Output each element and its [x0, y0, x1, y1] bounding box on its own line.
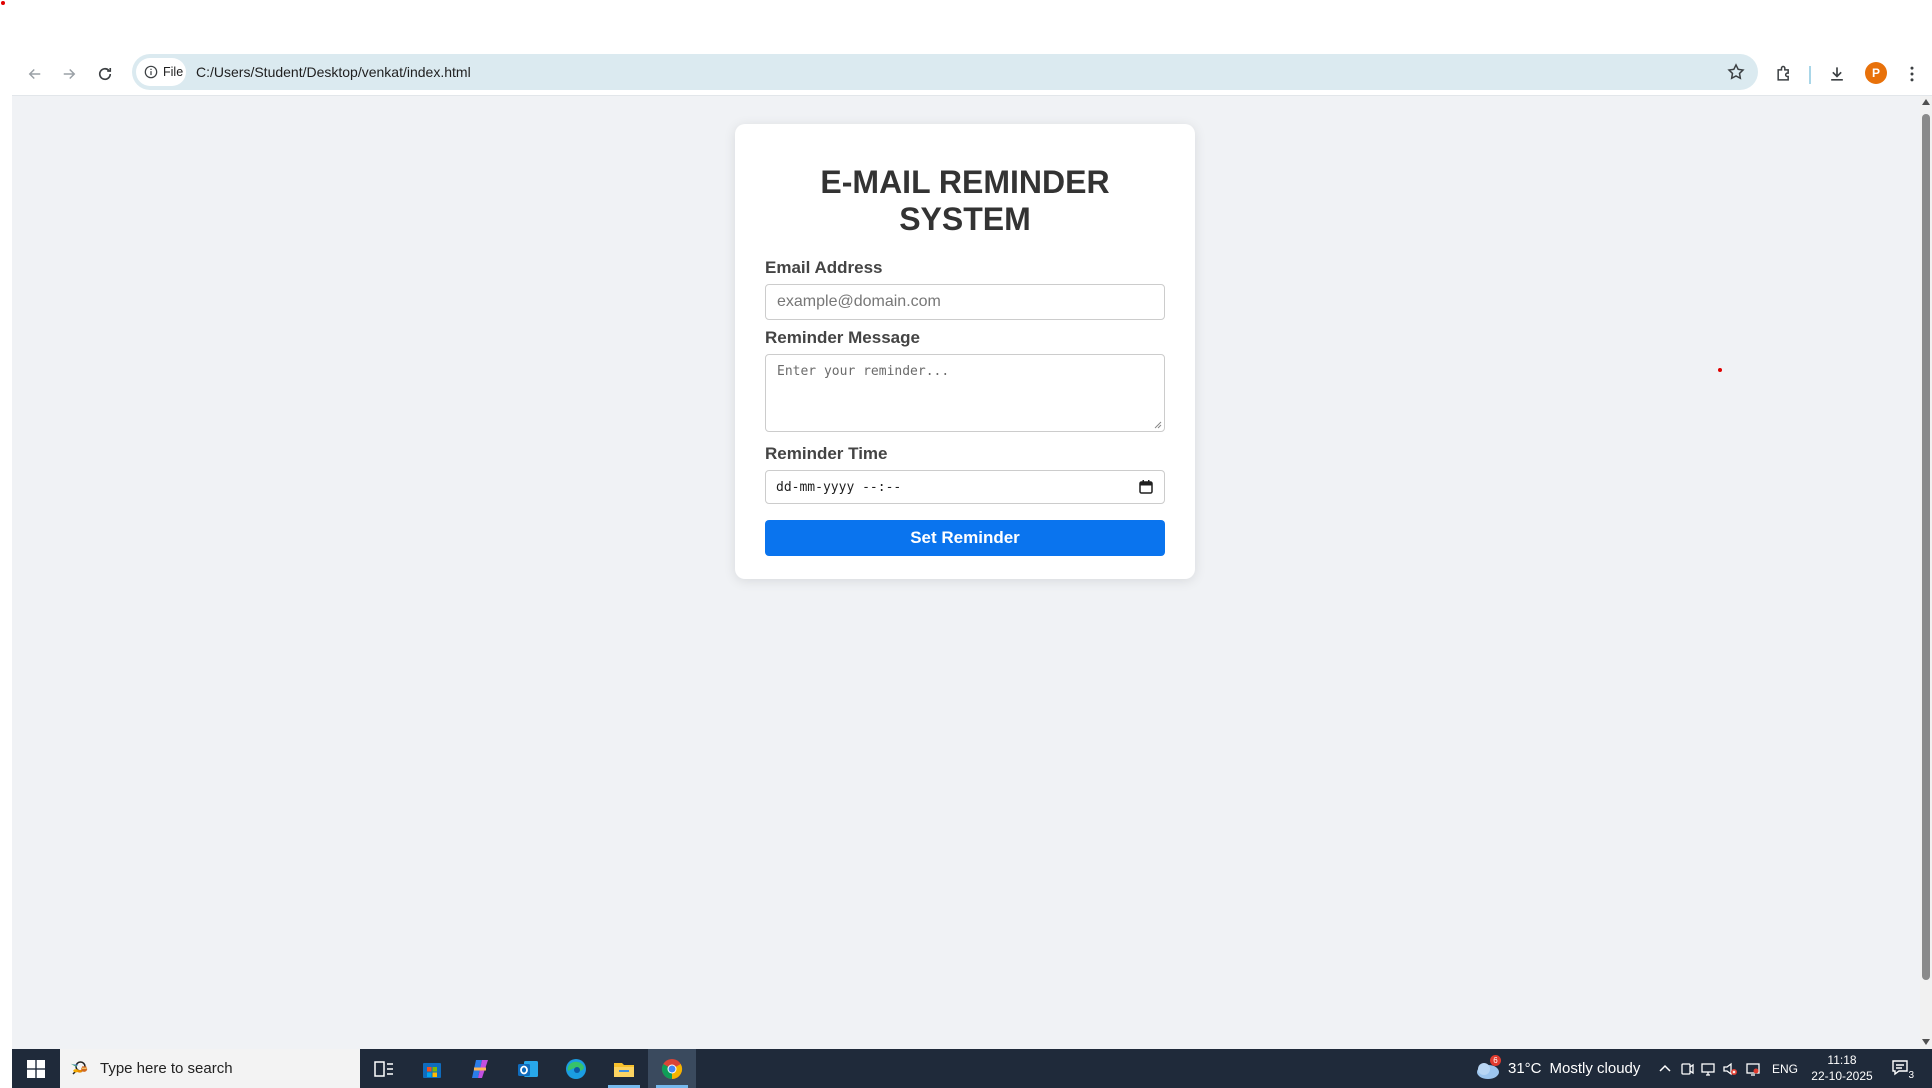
scroll-thumb[interactable] — [1922, 114, 1930, 980]
outlook-icon — [518, 1060, 538, 1077]
outlook-button[interactable] — [504, 1049, 552, 1088]
clock-time: 11:18 — [1827, 1053, 1857, 1067]
notification-icon — [1892, 1060, 1908, 1076]
arrow-left-icon — [28, 68, 41, 80]
calendar-icon[interactable] — [1138, 479, 1154, 495]
show-hidden-icons-button[interactable] — [1655, 1049, 1675, 1088]
download-icon — [1831, 67, 1843, 81]
folder-icon — [614, 1062, 634, 1077]
forward-button[interactable] — [56, 61, 82, 87]
kebab-menu-icon — [1910, 66, 1914, 82]
red-dot-marker — [1718, 368, 1722, 372]
search-placeholder: Type here to search — [100, 1060, 233, 1077]
puzzle-icon — [1777, 65, 1789, 81]
chrome-icon — [661, 1058, 683, 1079]
taskbar-clock[interactable]: 11:18 22-10-2025 — [1807, 1052, 1877, 1084]
reminder-card: E-MAIL REMINDER SYSTEM Email Address exa… — [735, 124, 1195, 579]
info-icon — [144, 65, 158, 79]
clock-date: 22-10-2025 — [1811, 1069, 1873, 1083]
page-scrollbar[interactable] — [1920, 96, 1932, 1049]
weather-badge: 6 — [1490, 1054, 1501, 1066]
toolbar-divider — [1809, 66, 1811, 84]
reload-button[interactable] — [92, 61, 118, 87]
site-info-chip[interactable]: File — [136, 58, 186, 86]
message-textarea[interactable]: Enter your reminder... — [765, 354, 1165, 432]
title-line-1: E-MAIL REMINDER — [820, 164, 1110, 200]
store-icon — [423, 1062, 441, 1078]
display-icon — [1746, 1062, 1760, 1076]
copilot-icon — [472, 1059, 488, 1078]
windows-taskbar: Type here to search 6 31°C Mostly cloudy… — [12, 1049, 1932, 1088]
festival-lamp-icon — [70, 1063, 88, 1073]
weather-temp: 31°C — [1508, 1060, 1542, 1077]
task-view-icon — [374, 1060, 393, 1077]
email-placeholder: example@domain.com — [777, 293, 941, 310]
notification-center-button[interactable]: 3 — [1890, 1057, 1914, 1081]
red-dot-marker — [1, 1, 5, 5]
camera-icon — [1681, 1062, 1694, 1075]
title-line-2: SYSTEM — [899, 201, 1031, 237]
arrow-right-icon — [63, 68, 76, 80]
speaker-muted-icon — [1723, 1062, 1737, 1075]
email-field[interactable]: example@domain.com — [765, 284, 1165, 320]
browser-toolbar: File C:/Users/Student/Desktop/venkat/ind… — [12, 52, 1932, 96]
page-viewport: E-MAIL REMINDER SYSTEM Email Address exa… — [12, 96, 1920, 1049]
ms-store-button[interactable] — [408, 1049, 456, 1088]
extensions-button[interactable] — [1772, 62, 1796, 86]
network-icon — [1701, 1062, 1715, 1076]
scroll-up-arrow-icon[interactable] — [1922, 99, 1930, 105]
tray-volume[interactable] — [1719, 1049, 1741, 1088]
bookmark-star-icon[interactable] — [1726, 62, 1746, 82]
back-button[interactable] — [22, 61, 48, 87]
downloads-button[interactable] — [1825, 62, 1849, 86]
reload-icon — [98, 67, 112, 81]
reminder-time-input[interactable]: dd-mm-yyyy --:-- — [765, 470, 1165, 504]
scroll-down-arrow-icon[interactable] — [1922, 1039, 1930, 1045]
browser-menu-button[interactable] — [1900, 62, 1924, 86]
task-view-button[interactable] — [360, 1049, 408, 1088]
taskbar-search-box[interactable]: Type here to search — [60, 1049, 360, 1088]
message-placeholder: Enter your reminder... — [777, 364, 950, 379]
url-text[interactable]: C:/Users/Student/Desktop/venkat/index.ht… — [196, 64, 471, 80]
copilot-button[interactable] — [456, 1049, 504, 1088]
notification-count: 3 — [1908, 1070, 1914, 1081]
language-indicator[interactable]: ENG — [1768, 1049, 1802, 1088]
tray-network[interactable] — [1698, 1049, 1718, 1088]
edge-button[interactable] — [552, 1049, 600, 1088]
profile-avatar[interactable]: P — [1865, 62, 1887, 84]
weather-desc: Mostly cloudy — [1549, 1060, 1641, 1077]
address-bar[interactable]: File C:/Users/Student/Desktop/venkat/ind… — [132, 54, 1758, 90]
tray-display[interactable] — [1742, 1049, 1764, 1088]
edge-icon — [566, 1058, 586, 1079]
email-label: Email Address — [765, 258, 883, 277]
set-reminder-button[interactable]: Set Reminder — [765, 520, 1165, 556]
site-chip-label: File — [163, 65, 184, 79]
tray-meet-now[interactable] — [1677, 1049, 1697, 1088]
message-label: Reminder Message — [765, 328, 920, 347]
page-title: E-MAIL REMINDER SYSTEM — [735, 164, 1195, 238]
resize-grip-icon[interactable] — [1153, 420, 1162, 429]
file-explorer-button[interactable] — [600, 1049, 648, 1088]
chrome-button[interactable] — [648, 1049, 696, 1088]
weather-widget[interactable]: 6 31°C Mostly cloudy — [1474, 1049, 1640, 1088]
screen: File C:/Users/Student/Desktop/venkat/ind… — [0, 0, 1932, 1088]
cloud-icon: 6 — [1474, 1054, 1501, 1080]
windows-logo-icon — [27, 1059, 45, 1078]
start-button[interactable] — [12, 1049, 60, 1088]
datetime-placeholder: dd-mm-yyyy --:-- — [776, 480, 902, 495]
time-label: Reminder Time — [765, 444, 888, 463]
chevron-up-icon — [1659, 1064, 1671, 1072]
